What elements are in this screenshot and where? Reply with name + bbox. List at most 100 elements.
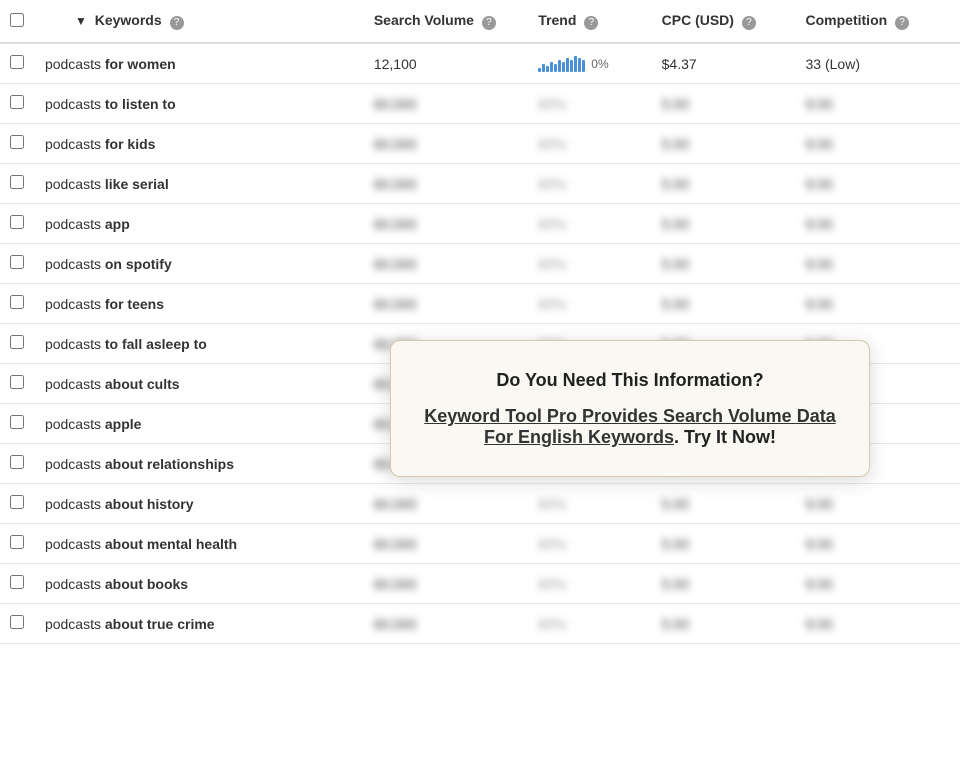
table-row: podcasts about history60,00080%5.009.00: [0, 484, 960, 524]
table-row: podcasts to listen to60,00080%5.009.00: [0, 84, 960, 124]
row-checkbox-cell: [0, 444, 35, 484]
trend-value: 80%: [538, 136, 566, 152]
volume-value: 60,000: [374, 536, 417, 552]
keyword-text: podcasts for women: [45, 56, 176, 72]
competition-value: 9.00: [806, 536, 833, 552]
keyword-bold-part: about relationships: [105, 456, 234, 472]
keyword-text: podcasts about cults: [45, 376, 180, 392]
cpc-column-header[interactable]: CPC (USD) ?: [652, 0, 796, 43]
row-checkbox[interactable]: [10, 335, 24, 349]
volume-cell: 60,000: [364, 124, 528, 164]
keywords-header-label: Keywords: [95, 12, 162, 28]
row-checkbox[interactable]: [10, 615, 24, 629]
keyword-bold-part: about history: [105, 496, 194, 512]
search-volume-column-header[interactable]: Search Volume ?: [364, 0, 528, 43]
row-checkbox-cell: [0, 524, 35, 564]
cpc-value: 5.00: [662, 536, 689, 552]
keyword-text: podcasts for kids: [45, 136, 156, 152]
row-checkbox[interactable]: [10, 175, 24, 189]
popup-title: Do You Need This Information?: [423, 369, 837, 392]
keyword-bold-part: about true crime: [105, 616, 215, 632]
trend-cell: 80%: [528, 204, 651, 244]
volume-value: 60,000: [374, 576, 417, 592]
keyword-cell: podcasts for kids: [35, 124, 364, 164]
keyword-text: podcasts to listen to: [45, 96, 176, 112]
keyword-text: podcasts about true crime: [45, 616, 215, 632]
table-header-row: ▼ Keywords ? Search Volume ? Trend ? CPC…: [0, 0, 960, 43]
row-checkbox[interactable]: [10, 415, 24, 429]
cpc-value: 5.00: [662, 176, 689, 192]
cpc-help-icon[interactable]: ?: [742, 16, 756, 30]
trend-cell: 80%: [528, 524, 651, 564]
competition-help-icon[interactable]: ?: [895, 16, 909, 30]
volume-cell: 60,000: [364, 604, 528, 644]
keywords-help-icon[interactable]: ?: [170, 16, 184, 30]
volume-cell: 60,000: [364, 204, 528, 244]
row-checkbox[interactable]: [10, 535, 24, 549]
row-checkbox-cell: [0, 484, 35, 524]
keyword-cell: podcasts about relationships: [35, 444, 364, 484]
competition-cell: 9.00: [796, 564, 960, 604]
search-volume-help-icon[interactable]: ?: [482, 16, 496, 30]
row-checkbox-cell: [0, 124, 35, 164]
keyword-text: podcasts about relationships: [45, 456, 234, 472]
row-checkbox[interactable]: [10, 95, 24, 109]
keyword-text: podcasts to fall asleep to: [45, 336, 207, 352]
volume-value: 60,000: [374, 176, 417, 192]
trend-bar: [582, 60, 585, 72]
keyword-cell: podcasts about true crime: [35, 604, 364, 644]
competition-value: 9.00: [806, 616, 833, 632]
trend-bar: [566, 58, 569, 72]
competition-cell: 9.00: [796, 244, 960, 284]
keyword-bold-part: to listen to: [105, 96, 176, 112]
row-checkbox[interactable]: [10, 375, 24, 389]
keyword-bold-part: to fall asleep to: [105, 336, 207, 352]
row-checkbox-cell: [0, 404, 35, 444]
row-checkbox[interactable]: [10, 135, 24, 149]
competition-cell: 9.00: [796, 284, 960, 324]
keyword-cell: podcasts app: [35, 204, 364, 244]
trend-bar: [562, 62, 565, 72]
competition-value: 9.00: [806, 296, 833, 312]
row-checkbox[interactable]: [10, 215, 24, 229]
competition-cell: 9.00: [796, 204, 960, 244]
row-checkbox[interactable]: [10, 495, 24, 509]
row-checkbox-cell: [0, 324, 35, 364]
trend-help-icon[interactable]: ?: [584, 16, 598, 30]
keywords-column-header[interactable]: ▼ Keywords ?: [35, 0, 364, 43]
table-row: podcasts about books60,00080%5.009.00: [0, 564, 960, 604]
competition-header-label: Competition: [806, 12, 888, 28]
volume-cell: 60,000: [364, 564, 528, 604]
keyword-cell: podcasts on spotify: [35, 244, 364, 284]
cpc-value: 5.00: [662, 216, 689, 232]
keyword-cell: podcasts like serial: [35, 164, 364, 204]
trend-value: 80%: [538, 616, 566, 632]
row-checkbox-cell: [0, 604, 35, 644]
cpc-cell: 5.00: [652, 164, 796, 204]
competition-cell: 9.00: [796, 124, 960, 164]
trend-bar: [550, 62, 553, 72]
competition-cell: 9.00: [796, 524, 960, 564]
row-checkbox[interactable]: [10, 295, 24, 309]
select-all-checkbox-header[interactable]: [0, 0, 35, 43]
keyword-text: podcasts about mental health: [45, 536, 237, 552]
trend-bar: [546, 66, 549, 72]
keyword-text: podcasts apple: [45, 416, 142, 432]
competition-column-header[interactable]: Competition ?: [796, 0, 960, 43]
competition-value: 9.00: [806, 136, 833, 152]
keyword-bold-part: for women: [105, 56, 176, 72]
cpc-cell: 5.00: [652, 524, 796, 564]
row-checkbox-cell: [0, 244, 35, 284]
competition-value: 9.00: [806, 96, 833, 112]
trend-cell: 80%: [528, 484, 651, 524]
trend-cell: 80%: [528, 84, 651, 124]
select-all-checkbox[interactable]: [10, 13, 24, 27]
row-checkbox-cell: [0, 84, 35, 124]
row-checkbox[interactable]: [10, 55, 24, 69]
row-checkbox[interactable]: [10, 575, 24, 589]
volume-value: 60,000: [374, 296, 417, 312]
keyword-text: podcasts like serial: [45, 176, 169, 192]
trend-column-header[interactable]: Trend ?: [528, 0, 651, 43]
row-checkbox[interactable]: [10, 255, 24, 269]
row-checkbox[interactable]: [10, 455, 24, 469]
